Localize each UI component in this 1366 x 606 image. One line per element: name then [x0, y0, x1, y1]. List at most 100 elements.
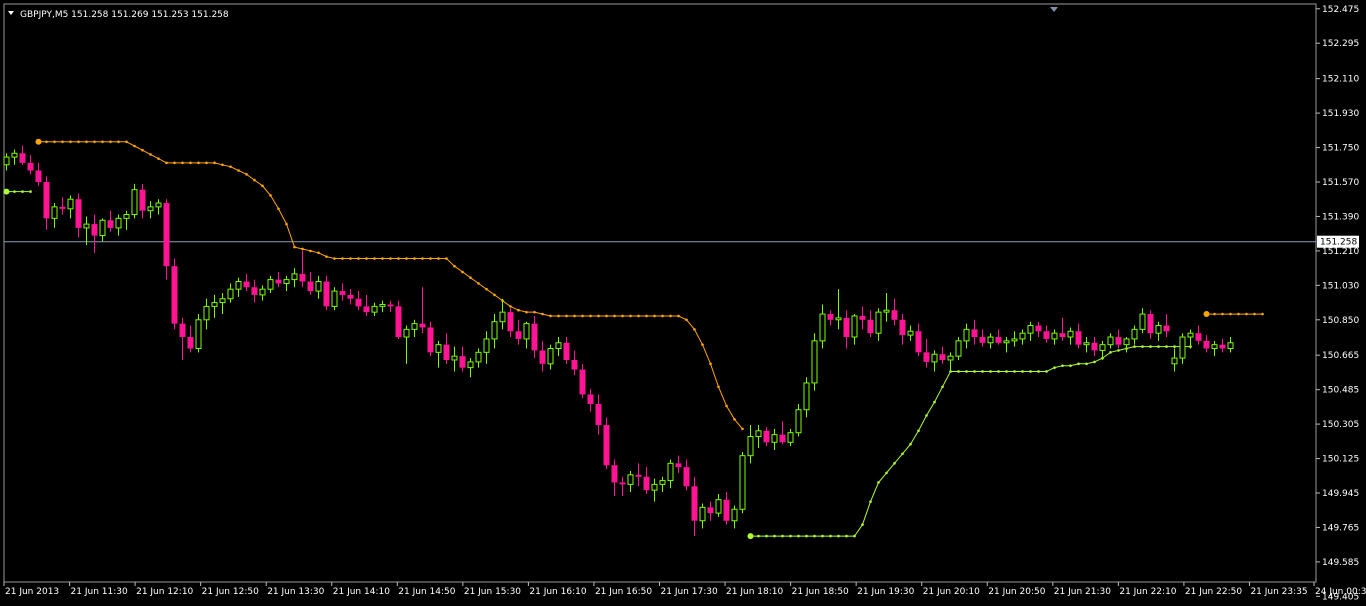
trail-dot: [1149, 345, 1152, 348]
chart-window[interactable]: 151.258 152.475 152.295 152.110 151.930 151.…: [0, 0, 1366, 602]
trail-dot: [1037, 370, 1040, 373]
candle-body: [691, 486, 698, 521]
candle-body: [475, 351, 482, 363]
trail-dot: [453, 264, 456, 268]
candle-body: [203, 305, 210, 321]
trail-dot: [701, 343, 704, 346]
trail-dot: [997, 370, 1000, 373]
trail-dot: [837, 534, 840, 538]
x-tick-label: 21 Jun 22:10: [1119, 587, 1176, 597]
trail-dot: [581, 314, 584, 318]
trail-dot: [589, 314, 592, 318]
trail-dot: [845, 534, 848, 538]
candle-body: [811, 340, 818, 384]
trail-dot: [645, 314, 648, 318]
candle-body: [1035, 325, 1042, 332]
candle-body: [955, 340, 962, 357]
candle-body: [859, 315, 866, 320]
trail-dot: [813, 534, 816, 538]
trail-dot: [1013, 370, 1016, 373]
trail-dot: [1005, 370, 1008, 373]
trail-dot: [397, 257, 400, 260]
candle-body: [699, 506, 706, 522]
candle-body: [251, 287, 258, 295]
candle-body: [1219, 344, 1226, 349]
trail-dot: [517, 308, 520, 312]
y-tick-label: 150.305: [1322, 420, 1359, 430]
x-tick-label: 21 Jun 12:10: [136, 587, 193, 597]
candle-body: [83, 223, 90, 229]
candle-body: [1091, 342, 1098, 351]
candle-body: [731, 508, 738, 522]
candle-body: [267, 279, 274, 290]
trail-dot: [45, 140, 48, 144]
candle-body: [1011, 338, 1018, 342]
trail-dot: [797, 534, 800, 538]
trail-dot: [1109, 351, 1112, 354]
trail-dot: [677, 314, 680, 318]
trail-dot: [365, 257, 368, 260]
x-tick-label: 21 Jun 23:35: [1250, 587, 1307, 597]
candle-body: [803, 382, 810, 411]
candle-body: [643, 476, 650, 491]
candle-body: [123, 214, 130, 219]
trail-dot: [149, 153, 152, 156]
candle-body: [1075, 331, 1082, 345]
trail-dot: [245, 173, 248, 176]
candle-body: [539, 350, 546, 364]
x-tick-label: 21 Jun 21:30: [1054, 587, 1111, 597]
trail-dot: [325, 255, 328, 258]
y-tick-label: 151.030: [1322, 281, 1359, 291]
candle-body: [987, 336, 994, 344]
candle-body: [627, 474, 634, 485]
trail-dot: [1165, 345, 1168, 348]
candle-body: [779, 434, 786, 443]
candle-body: [115, 217, 122, 229]
x-tick-label: 21 Jun 18:10: [726, 587, 783, 597]
candle-body: [139, 189, 146, 211]
candle-body: [1211, 344, 1218, 350]
candle-body: [739, 455, 746, 510]
trail-dot: [885, 471, 888, 475]
trail-dot: [893, 462, 896, 465]
trail-dot: [1093, 360, 1096, 364]
trail-dot: [741, 427, 744, 431]
candle-body: [1059, 333, 1066, 338]
candle-body: [587, 394, 594, 405]
candle-body: [619, 482, 626, 485]
trail-dot: [925, 414, 928, 417]
trail-dot: [1029, 370, 1032, 373]
trail-dot: [429, 257, 432, 260]
candle-body: [547, 348, 554, 365]
candle-body: [747, 436, 754, 457]
y-tick-label: 151.930: [1322, 109, 1359, 119]
candle-body: [387, 304, 394, 307]
trail-dot: [1085, 362, 1088, 366]
candle-body: [451, 355, 458, 361]
trail-dot: [901, 452, 904, 456]
y-tick-label: 151.570: [1322, 178, 1359, 188]
trail-dot: [661, 314, 664, 318]
candle-body: [835, 317, 842, 321]
candle-body: [851, 315, 858, 338]
x-tick-label: 21 Jun 14:10: [333, 587, 390, 597]
candle: [171, 258, 178, 330]
y-tick-label: 149.945: [1322, 489, 1359, 499]
candle-body: [219, 298, 226, 304]
trail-dot: [1141, 345, 1144, 348]
candle-body: [443, 344, 450, 360]
candle-body: [571, 359, 578, 370]
candle-body: [1107, 336, 1114, 346]
candle-body: [459, 356, 466, 368]
price-chart[interactable]: 151.258 152.475152.295152.110151.930151.…: [0, 0, 1366, 602]
candle-body: [195, 319, 202, 350]
candle: [811, 333, 818, 391]
trail-dot: [917, 429, 920, 433]
trail-dot: [1173, 345, 1176, 348]
trail-dot: [165, 161, 168, 165]
trail-dot: [957, 370, 960, 373]
trail-dot: [909, 442, 912, 446]
candle-body: [67, 198, 74, 210]
symbol-header-text: GBPJPY,M5 151.258 151.269 151.253 151.25…: [20, 10, 229, 20]
y-tick-label: 152.475: [1322, 5, 1359, 15]
